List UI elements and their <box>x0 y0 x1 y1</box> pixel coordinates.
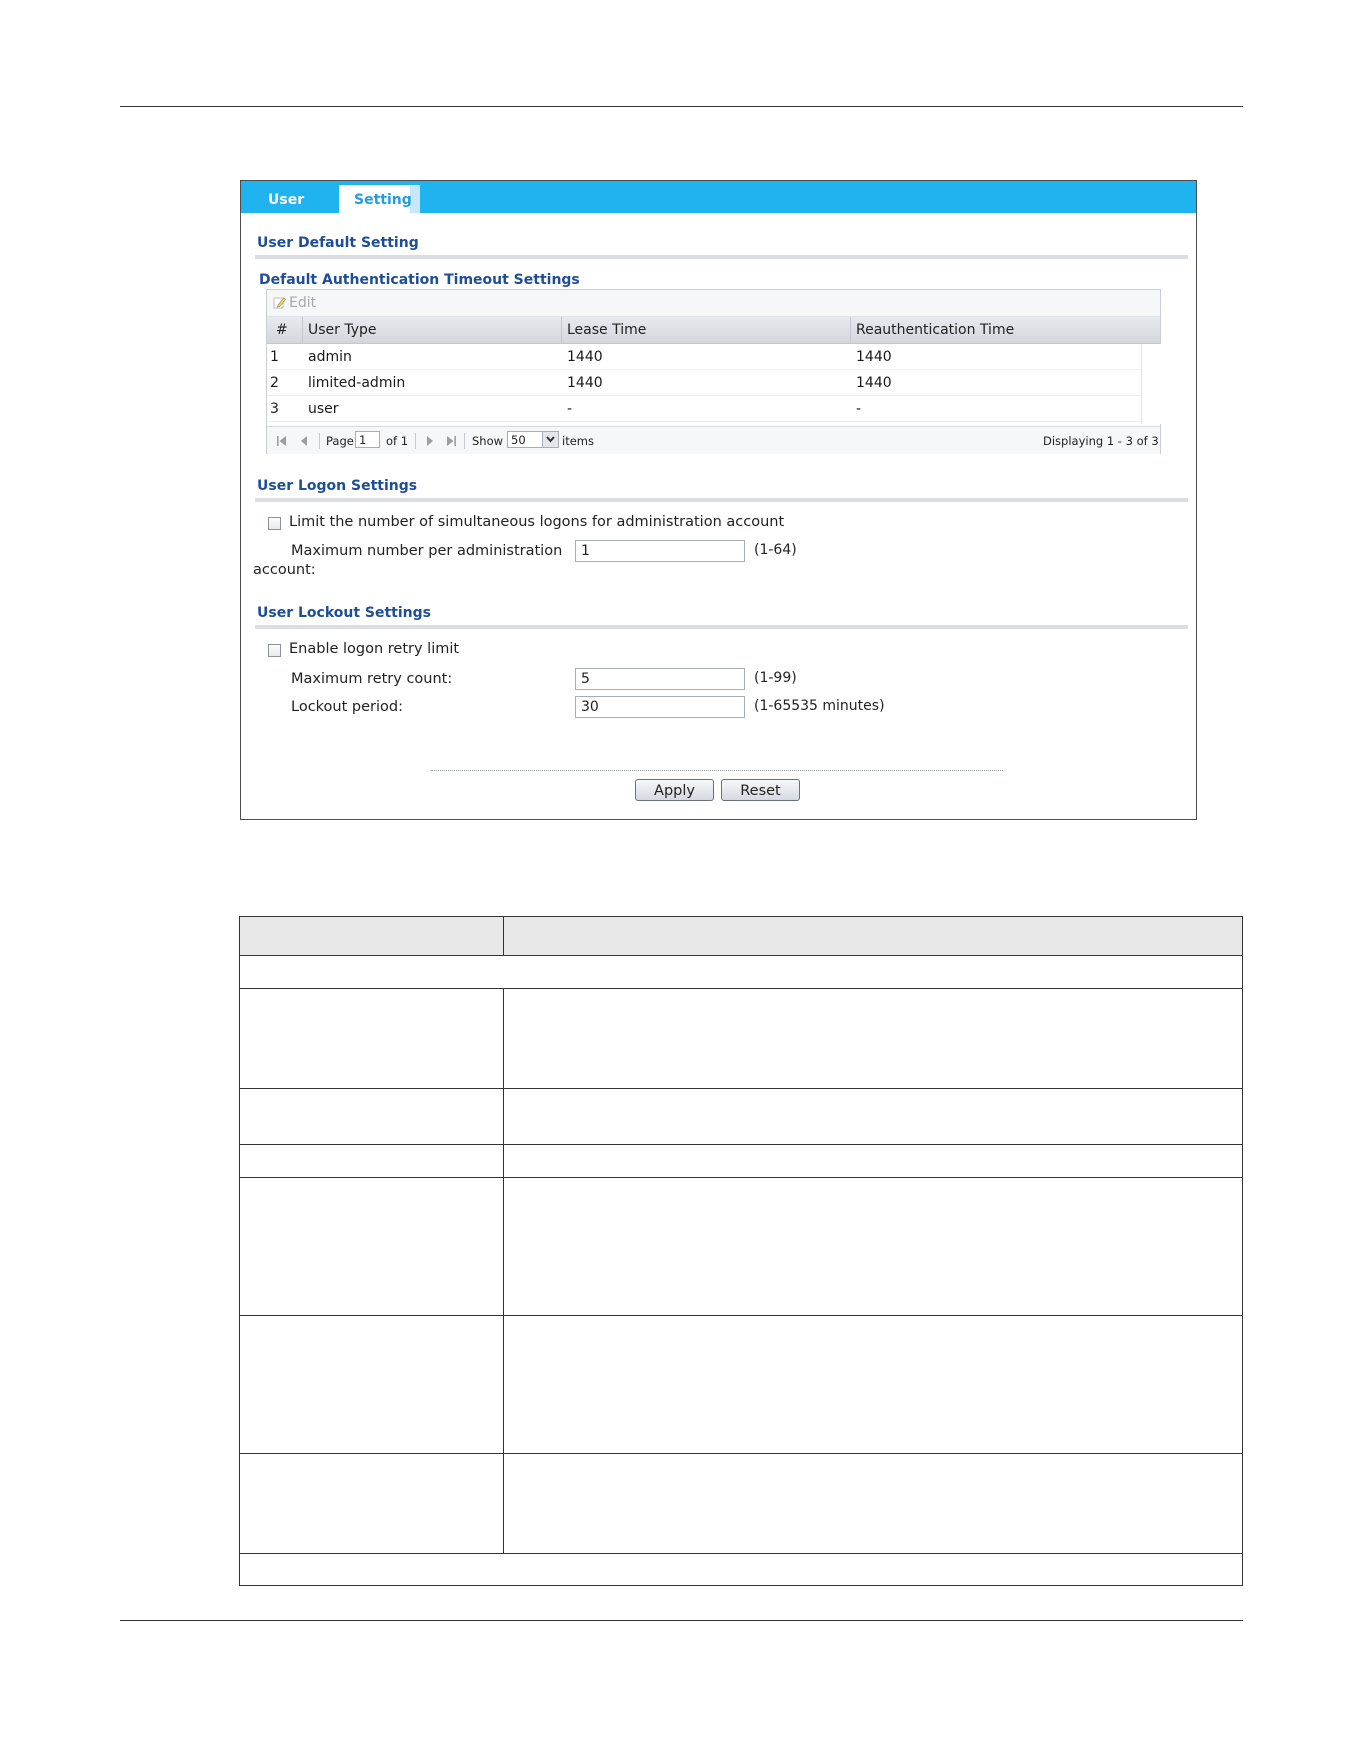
grid-toolbar: Edit <box>267 290 1160 317</box>
table-row <box>240 1178 1242 1316</box>
items-label: items <box>562 434 594 448</box>
enable-retry-limit-checkbox[interactable] <box>268 644 281 657</box>
table-row <box>240 1089 1242 1145</box>
column-divider <box>503 989 504 1554</box>
page-input[interactable]: 1 <box>355 431 380 448</box>
tab-user[interactable]: User <box>241 185 337 213</box>
limit-logons-checkbox[interactable] <box>268 517 281 530</box>
table-row <box>240 956 1242 989</box>
last-page-icon[interactable] <box>446 436 456 446</box>
table-row <box>240 1454 1242 1554</box>
section-divider <box>255 255 1188 259</box>
limit-logons-label: Limit the number of simultaneous logons … <box>289 514 785 530</box>
max-per-admin-label: Maximum number per administration <box>291 543 563 559</box>
lockout-period-range: (1-65535 minutes) <box>754 698 885 714</box>
max-per-admin-input[interactable]: 1 <box>575 540 745 562</box>
row-user-type: limited-admin <box>308 375 406 391</box>
max-per-admin-range: (1-64) <box>754 542 797 558</box>
row-user-type: admin <box>308 349 352 365</box>
col-header-num[interactable]: # <box>267 317 303 343</box>
col-header-lease-time[interactable]: Lease Time <box>562 317 851 343</box>
row-lease-time: 1440 <box>567 349 603 365</box>
section-divider <box>255 498 1188 502</box>
timeout-grid: Edit # User Type Lease Time Reauthentica… <box>266 289 1161 454</box>
pager-separator <box>415 433 416 449</box>
table-row <box>240 989 1242 1089</box>
logon-section-title: User Logon Settings <box>257 478 418 494</box>
table-header-row <box>240 917 1242 956</box>
row-lease-time: 1440 <box>567 375 603 391</box>
enable-retry-limit-label: Enable logon retry limit <box>289 641 460 657</box>
reset-button[interactable]: Reset <box>721 779 800 801</box>
first-page-icon[interactable] <box>277 436 287 446</box>
table-row[interactable]: 2 limited-admin 1440 1440 <box>267 370 1141 396</box>
page-label: Page <box>326 434 354 448</box>
row-reauth-time: 1440 <box>856 349 892 365</box>
next-page-icon[interactable] <box>425 436 435 446</box>
page-size-select[interactable]: 50 <box>507 431 559 448</box>
col-header-reauth-time[interactable]: Reauthentication Time <box>851 317 1160 343</box>
header-rule <box>120 106 1243 107</box>
pager-bar: Page 1 of 1 Show 50 items Displaying 1 -… <box>267 426 1160 454</box>
row-reauth-time: - <box>856 401 862 417</box>
chevron-down-icon <box>542 432 558 447</box>
lockout-section-title: User Lockout Settings <box>257 605 431 621</box>
row-num: 1 <box>270 349 279 365</box>
user-default-section-title: User Default Setting <box>257 235 419 251</box>
grid-header: # User Type Lease Time Reauthentication … <box>267 317 1160 344</box>
table-row[interactable]: 3 user - - <box>267 396 1141 422</box>
col-header-user-type[interactable]: User Type <box>303 317 562 343</box>
description-table <box>239 916 1243 1586</box>
lockout-period-label: Lockout period: <box>291 699 403 715</box>
apply-button[interactable]: Apply <box>635 779 714 801</box>
displaying-status: Displaying 1 - 3 of 3 <box>1043 434 1159 448</box>
grid-scrollbar[interactable] <box>1141 344 1161 424</box>
row-num: 3 <box>270 401 279 417</box>
row-reauth-time: 1440 <box>856 375 892 391</box>
pager-separator <box>319 433 320 449</box>
max-per-admin-label-cont: account: <box>253 562 316 578</box>
table-row <box>240 1316 1242 1454</box>
edit-icon <box>273 297 286 309</box>
lockout-period-input[interactable]: 30 <box>575 696 745 718</box>
show-label: Show <box>472 434 504 448</box>
section-divider <box>255 625 1188 629</box>
table-row[interactable]: 1 admin 1440 1440 <box>267 344 1141 370</box>
prev-page-icon[interactable] <box>299 436 309 446</box>
footer-rule <box>120 1620 1243 1621</box>
row-num: 2 <box>270 375 279 391</box>
tab-bar: User Setting <box>241 181 1196 213</box>
pager-separator <box>464 433 465 449</box>
edit-label: Edit <box>289 295 317 311</box>
max-retry-label: Maximum retry count: <box>291 671 453 687</box>
row-user-type: user <box>308 401 339 417</box>
tab-setting[interactable]: Setting <box>339 185 420 213</box>
auth-timeout-subtitle: Default Authentication Timeout Settings <box>259 272 580 288</box>
row-lease-time: - <box>567 401 573 417</box>
settings-panel: User Setting User Default Setting Defaul… <box>240 180 1197 820</box>
edit-button[interactable]: Edit <box>273 295 316 311</box>
page-of-label: of 1 <box>386 434 409 448</box>
max-retry-range: (1-99) <box>754 670 797 686</box>
page-size-value: 50 <box>511 433 526 447</box>
max-retry-input[interactable]: 5 <box>575 668 745 690</box>
table-row <box>240 1145 1242 1178</box>
footer-divider <box>431 770 1003 771</box>
column-divider <box>503 917 504 956</box>
